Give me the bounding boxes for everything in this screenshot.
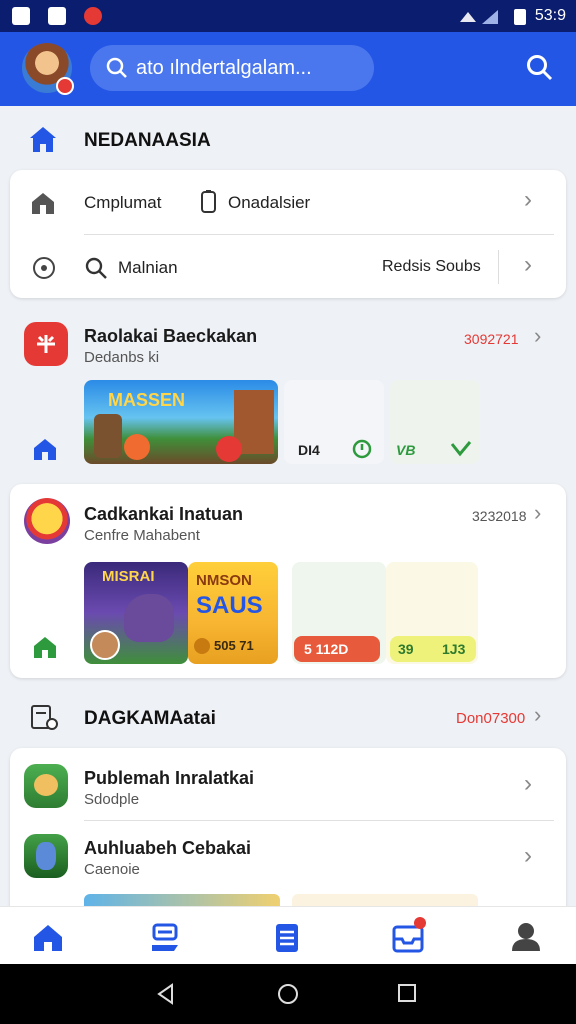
app-subtitle: Cenfre Mahabent bbox=[84, 527, 200, 544]
coin-icon bbox=[194, 638, 210, 654]
section-title: DAGKAMAatai bbox=[84, 708, 216, 729]
nav-feed-icon[interactable] bbox=[146, 917, 186, 957]
thumbnail-title: NMSON bbox=[196, 572, 252, 589]
nav-list-icon[interactable] bbox=[266, 917, 306, 957]
game-thumbnail[interactable]: NMSON SAUS 505 71 bbox=[188, 562, 278, 664]
stat-label: DI4 bbox=[298, 442, 320, 458]
chevron-right-icon[interactable]: › bbox=[534, 500, 541, 526]
stat-label: VB bbox=[396, 442, 416, 458]
search-input[interactable] bbox=[136, 53, 356, 83]
app-icon bbox=[24, 834, 68, 878]
divider bbox=[84, 234, 554, 235]
price-pill-right: 1J3 bbox=[442, 641, 466, 657]
row1-left-label[interactable]: Cmplumat bbox=[84, 193, 161, 213]
row1-right-label[interactable]: Onadalsier bbox=[228, 193, 310, 213]
nav-profile-icon[interactable] bbox=[506, 917, 546, 957]
status-bar: 53:9 bbox=[0, 0, 576, 32]
app-title[interactable]: Cadkankai Inatuan bbox=[84, 504, 243, 525]
search-icon bbox=[106, 57, 127, 78]
search-icon bbox=[85, 257, 107, 279]
back-icon[interactable] bbox=[154, 982, 178, 1006]
app-icon bbox=[24, 764, 68, 808]
thumbnail-title: MASSEN bbox=[108, 390, 186, 410]
home-section-title: NEDANAASIA bbox=[84, 130, 211, 151]
system-nav-bar bbox=[0, 964, 576, 1024]
chevron-right-icon[interactable]: › bbox=[524, 251, 532, 279]
app-title[interactable]: Raolakai Baeckakan bbox=[84, 326, 257, 347]
row2-right-label[interactable]: Redsis Soubs bbox=[382, 258, 481, 276]
thumbnail-price: 505 71 bbox=[214, 638, 254, 653]
chevron-right-icon[interactable]: › bbox=[534, 323, 541, 349]
price-pill-label: 5 112D bbox=[304, 641, 349, 657]
bottom-nav bbox=[0, 906, 576, 964]
app-card: Cadkankai Inatuan Cenfre Mahabent 323201… bbox=[10, 484, 566, 678]
quick-card: Cmplumat Onadalsier › Malnian Redsis Sou… bbox=[10, 170, 566, 298]
recents-icon[interactable] bbox=[396, 982, 420, 1006]
trend-icon bbox=[450, 441, 472, 457]
app-header bbox=[0, 32, 576, 106]
document-settings-icon bbox=[31, 705, 58, 730]
chevron-right-icon[interactable]: › bbox=[534, 702, 541, 728]
app-glyph-icon bbox=[37, 335, 55, 353]
chevron-right-icon[interactable]: › bbox=[524, 186, 532, 214]
thumbnail-title: MISRAI bbox=[102, 568, 155, 585]
list-item-title: Auhluabeh Cebakai bbox=[84, 838, 252, 858]
character-figure bbox=[94, 414, 122, 458]
row2-left-label[interactable]: Malnian bbox=[118, 258, 178, 278]
list-card: Publemah Inralatkai Sdodple › Auhluabeh … bbox=[10, 748, 566, 918]
avatar-badge bbox=[56, 77, 74, 95]
divider bbox=[498, 250, 499, 284]
action-icon bbox=[124, 434, 150, 460]
clock: 53:9 bbox=[534, 7, 566, 24]
action-icon bbox=[216, 436, 242, 462]
app-count: 3092721 bbox=[464, 331, 519, 347]
app-icon[interactable] bbox=[24, 498, 70, 544]
app-count: 3232018 bbox=[472, 508, 527, 524]
app-notification-icon bbox=[84, 7, 102, 25]
gallery-icon bbox=[12, 7, 30, 25]
chevron-right-icon[interactable]: › bbox=[524, 770, 532, 798]
app-icon[interactable] bbox=[24, 322, 68, 366]
search-box[interactable] bbox=[90, 45, 374, 91]
list-item-subtitle: Caenoie bbox=[84, 861, 140, 878]
nav-inbox-icon[interactable] bbox=[388, 917, 428, 957]
price-pill-left: 39 bbox=[398, 641, 414, 657]
creature-figure bbox=[124, 594, 174, 642]
list-item-subtitle: Sdodple bbox=[84, 791, 140, 808]
game-thumbnail[interactable]: MASSEN bbox=[84, 380, 278, 464]
character-avatar bbox=[90, 630, 120, 660]
game-thumbnail[interactable]: MISRAI bbox=[84, 562, 188, 664]
price-pill[interactable]: 5 112D bbox=[294, 636, 380, 662]
clock-icon bbox=[352, 439, 372, 459]
notification-icon bbox=[48, 7, 66, 25]
nav-home-icon[interactable] bbox=[28, 917, 68, 957]
divider bbox=[84, 820, 554, 821]
section-count: Don07300 bbox=[456, 710, 526, 727]
phone-icon bbox=[201, 190, 216, 213]
mascot-figure bbox=[34, 774, 58, 796]
signal-icon bbox=[460, 10, 498, 24]
chevron-right-icon[interactable]: › bbox=[524, 842, 532, 870]
house-icon bbox=[32, 193, 54, 214]
avatar[interactable] bbox=[22, 43, 74, 95]
home-circle-icon[interactable] bbox=[276, 982, 300, 1006]
thumbnail-subtitle: SAUS bbox=[196, 592, 263, 619]
app-subtitle: Dedanbs ki bbox=[84, 349, 160, 366]
price-pill[interactable]: 39 1J3 bbox=[390, 636, 476, 662]
home-icon bbox=[34, 637, 56, 658]
character-figure bbox=[36, 842, 56, 870]
battery-icon bbox=[514, 9, 526, 25]
compass-icon bbox=[33, 257, 55, 279]
header-search-icon[interactable] bbox=[526, 54, 554, 82]
home-icon bbox=[30, 127, 56, 152]
list-item-title: Publemah Inralatkai bbox=[84, 768, 255, 788]
home-icon bbox=[34, 439, 56, 460]
